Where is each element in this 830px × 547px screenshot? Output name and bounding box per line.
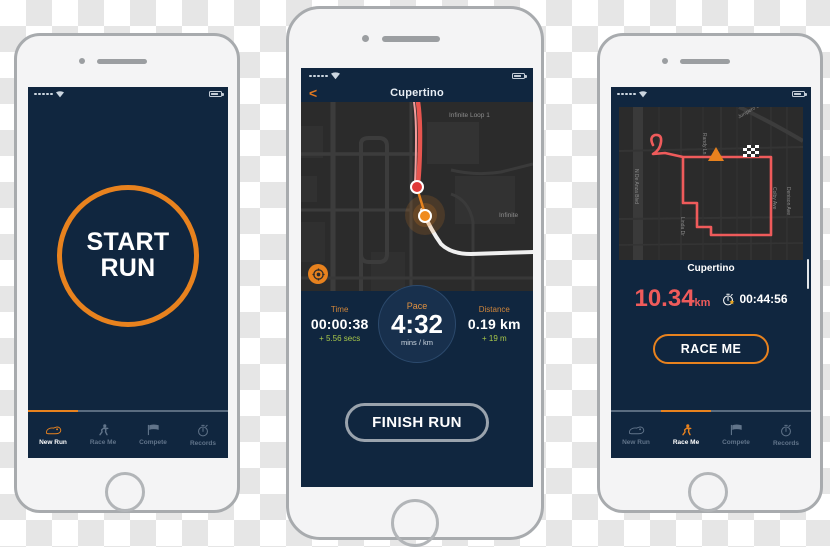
map-label: Infinite Loop 1 <box>449 112 490 119</box>
stat-pace: Pace 4:32 mins / km <box>378 285 456 363</box>
home-button[interactable] <box>105 472 145 512</box>
distance-unit: km <box>694 297 711 309</box>
tab-compete[interactable]: Compete <box>128 412 178 458</box>
screen-race-me: Junipero Serra Fwy Randy Ln N De Anza Bl… <box>611 87 811 458</box>
stat-value: 00:00:38 <box>310 316 369 332</box>
signal-dots-icon <box>617 92 636 96</box>
shoe-icon <box>628 426 644 434</box>
front-camera-icon <box>662 58 668 64</box>
home-button[interactable] <box>688 472 728 512</box>
run-summary: 10.34km 00:44:56 <box>611 282 811 316</box>
status-bar <box>28 87 228 101</box>
crosshair-target-icon[interactable] <box>308 264 328 284</box>
duration-value: 00:44:56 <box>722 292 788 306</box>
finish-marker <box>743 145 759 157</box>
screenshot-canvas: START RUN New Run Race Me Compete Record… <box>0 0 830 547</box>
tab-label: Records <box>772 439 799 447</box>
battery-icon <box>209 91 224 97</box>
earpiece-speaker <box>382 36 440 42</box>
stopwatch-star-icon <box>723 293 735 305</box>
pace-value: 4:32 <box>390 308 444 339</box>
start-run-button[interactable]: START RUN <box>57 184 199 327</box>
tab-label: Race Me <box>672 439 700 446</box>
runner-icon <box>681 424 691 436</box>
earpiece-speaker <box>680 59 730 64</box>
status-bar <box>301 68 533 84</box>
wifi-icon <box>638 90 647 97</box>
tab-records[interactable]: Records <box>178 412 228 458</box>
stopwatch-icon <box>198 424 208 436</box>
screen-run-tracking: < Cupertino Infinite Loop 1 Infinite Tim… <box>301 68 533 487</box>
distance-number: 10.34 <box>634 285 695 312</box>
screen-new-run: START RUN New Run Race Me Compete Record… <box>28 87 228 458</box>
duration-text: 00:44:56 <box>739 292 788 306</box>
tab-records[interactable]: Records <box>761 412 811 458</box>
tab-bar: New Run Race Me Compete Records <box>28 410 228 458</box>
tab-label: New Run <box>39 438 67 446</box>
phone-device-left: START RUN New Run Race Me Compete Record… <box>14 33 240 513</box>
run-stats-panel: Time 00:00:38 + 5.56 secs Distance 0.19 … <box>301 285 533 363</box>
phone-device-right: Junipero Serra Fwy Randy Ln N De Anza Bl… <box>597 33 823 513</box>
stat-delta: + 5.56 secs <box>319 334 361 343</box>
tab-label: Compete <box>722 439 750 446</box>
tab-race-me[interactable]: Race Me <box>78 412 128 458</box>
back-chevron-icon[interactable]: < <box>309 86 317 100</box>
run-location: Cupertino <box>687 263 735 274</box>
runner-icon <box>98 424 108 436</box>
distance-value: 10.34km <box>634 287 710 311</box>
page-title: Cupertino <box>390 87 444 99</box>
stat-delta: + 19 m <box>481 334 507 343</box>
tab-bar: New Run Race Me Compete Records <box>611 410 811 458</box>
stat-distance: Distance 0.19 km + 19 m <box>456 305 533 343</box>
wifi-icon <box>55 90 64 97</box>
stat-time: Time 00:00:38 + 5.56 secs <box>301 305 378 343</box>
run-map[interactable]: Infinite Loop 1 Infinite <box>301 102 533 291</box>
start-run-area: START RUN <box>28 101 228 410</box>
tab-label: New Run <box>622 438 650 446</box>
tab-compete[interactable]: Compete <box>711 412 761 458</box>
start-run-label-line2: RUN <box>100 253 156 282</box>
pace-unit: mins / km <box>400 338 434 348</box>
route-map[interactable]: Junipero Serra Fwy Randy Ln N De Anza Bl… <box>619 107 803 260</box>
map-label: Randy Ln <box>701 133 707 155</box>
map-label: Linda Dr <box>679 217 685 236</box>
tab-new-run[interactable]: New Run <box>28 412 78 458</box>
front-camera-icon <box>79 58 85 64</box>
stat-value: 0.19 km <box>467 316 521 332</box>
tab-label: Race Me <box>89 439 117 446</box>
battery-icon <box>792 91 807 97</box>
finish-run-area: FINISH RUN <box>301 357 533 487</box>
map-label: Denison Ave <box>785 187 791 215</box>
tab-new-run[interactable]: New Run <box>611 412 661 458</box>
signal-dots-icon <box>34 92 53 96</box>
front-camera-icon <box>362 35 369 42</box>
map-label: Colby Ave <box>771 187 777 210</box>
stat-label: Time <box>330 305 349 314</box>
wifi-icon <box>330 72 340 80</box>
checkered-flag-icon <box>147 424 159 436</box>
map-label: N De Anza Blvd <box>633 169 639 205</box>
stopwatch-icon <box>781 424 791 436</box>
phone-device-center: < Cupertino Infinite Loop 1 Infinite Tim… <box>286 6 544 547</box>
battery-icon <box>512 73 527 79</box>
shoe-icon <box>45 426 61 434</box>
race-me-button[interactable]: RACE ME <box>652 334 770 364</box>
status-bar <box>611 87 811 101</box>
tab-race-me[interactable]: Race Me <box>661 412 711 458</box>
map-label: Infinite <box>499 212 519 219</box>
tab-label: Compete <box>139 439 167 446</box>
tab-label: Records <box>189 439 216 447</box>
stat-label: Distance <box>478 305 510 314</box>
nav-bar: < Cupertino <box>301 84 533 102</box>
checkered-flag-icon <box>730 424 742 436</box>
home-button[interactable] <box>391 499 439 547</box>
signal-dots-icon <box>309 74 328 78</box>
earpiece-speaker <box>97 59 147 64</box>
finish-run-button[interactable]: FINISH RUN <box>345 402 489 442</box>
race-me-area: RACE ME <box>611 319 811 379</box>
start-run-label-line1: START <box>86 228 170 256</box>
